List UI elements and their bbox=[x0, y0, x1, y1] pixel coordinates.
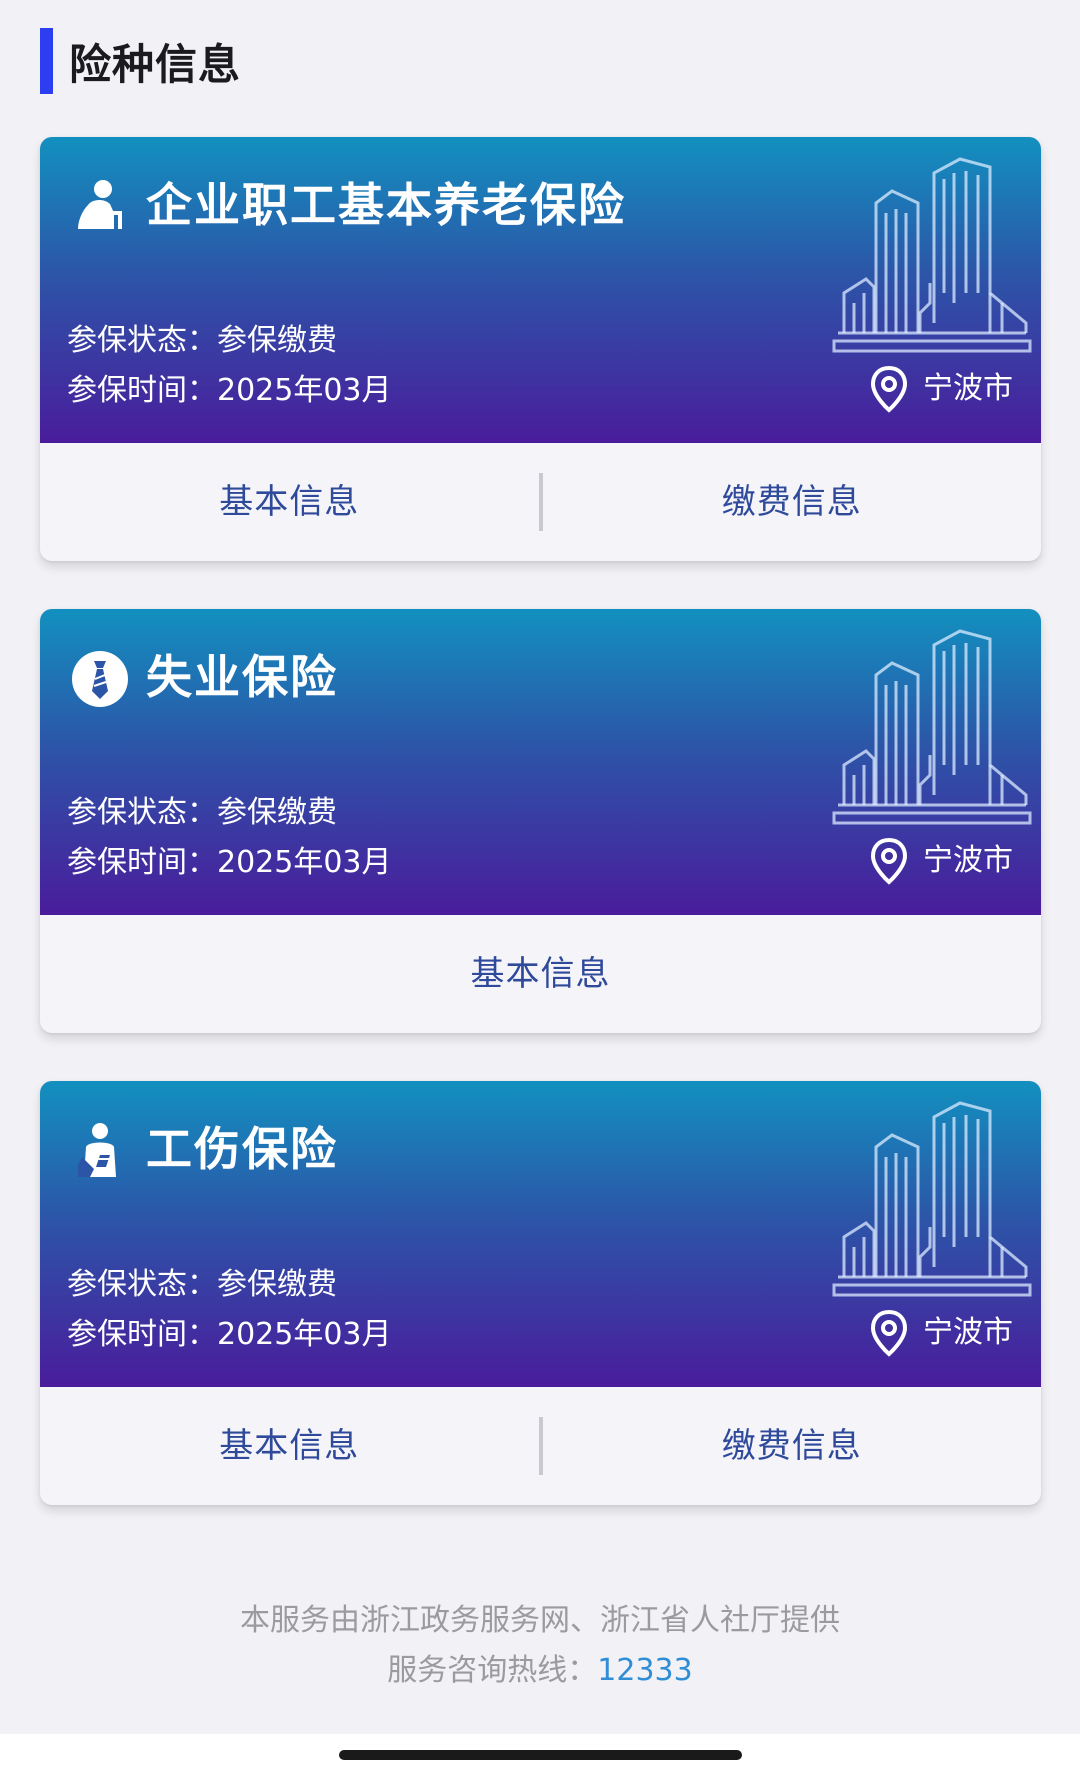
card-time: 参保时间：2025年03月 bbox=[67, 1317, 392, 1352]
building-illustration-icon bbox=[832, 629, 1032, 825]
location: 宁波市 bbox=[869, 837, 1013, 885]
location-label: 宁波市 bbox=[923, 843, 1013, 878]
basic-info-button[interactable]: 基本信息 bbox=[40, 915, 1041, 1033]
card-actions: 基本信息 bbox=[40, 915, 1041, 1033]
insurance-card-work-injury: 工伤保险 参保状态：参保缴费 参保时间：2025年03月 宁波市 基本信息 缴费… bbox=[40, 1081, 1041, 1505]
card-actions: 基本信息 缴费信息 bbox=[40, 1387, 1041, 1505]
location-pin-icon bbox=[870, 365, 908, 413]
basic-info-button[interactable]: 基本信息 bbox=[40, 1387, 539, 1505]
location-label: 宁波市 bbox=[923, 371, 1013, 406]
payment-info-button[interactable]: 缴费信息 bbox=[543, 1387, 1042, 1505]
location-pin-icon bbox=[870, 837, 908, 885]
card-actions: 基本信息 缴费信息 bbox=[40, 443, 1041, 561]
hotline-label: 服务咨询热线： bbox=[387, 1653, 598, 1688]
building-illustration-icon bbox=[832, 1101, 1032, 1297]
payment-info-button[interactable]: 缴费信息 bbox=[543, 443, 1042, 561]
injured-person-icon bbox=[78, 1123, 116, 1177]
card-status: 参保状态：参保缴费 bbox=[67, 795, 337, 830]
section-accent-bar bbox=[40, 28, 53, 94]
footer-hotline: 服务咨询热线：12333 bbox=[0, 1646, 1080, 1696]
card-status: 参保状态：参保缴费 bbox=[67, 323, 337, 358]
location: 宁波市 bbox=[869, 365, 1013, 413]
location: 宁波市 bbox=[869, 1309, 1013, 1357]
elder-person-icon bbox=[78, 180, 122, 229]
hotline-number-link[interactable]: 12333 bbox=[597, 1653, 692, 1688]
section-title: 险种信息 bbox=[69, 39, 242, 89]
card-time: 参保时间：2025年03月 bbox=[67, 845, 392, 880]
card-header[interactable]: 失业保险 参保状态：参保缴费 参保时间：2025年03月 宁波市 bbox=[40, 609, 1041, 915]
location-label: 宁波市 bbox=[923, 1315, 1013, 1350]
tie-icon bbox=[72, 651, 128, 707]
card-title: 失业保险 bbox=[146, 650, 338, 704]
insurance-card-pension: 企业职工基本养老保险 参保状态：参保缴费 参保时间：2025年03月 宁波市 基… bbox=[40, 137, 1041, 561]
card-status: 参保状态：参保缴费 bbox=[67, 1267, 337, 1302]
building-illustration-icon bbox=[832, 157, 1032, 353]
location-pin-icon bbox=[870, 1309, 908, 1357]
card-title: 企业职工基本养老保险 bbox=[146, 178, 626, 232]
card-title: 工伤保险 bbox=[146, 1122, 338, 1176]
section-header: 险种信息 bbox=[40, 28, 241, 94]
basic-info-button[interactable]: 基本信息 bbox=[40, 443, 539, 561]
card-header[interactable]: 企业职工基本养老保险 参保状态：参保缴费 参保时间：2025年03月 宁波市 bbox=[40, 137, 1041, 443]
card-time: 参保时间：2025年03月 bbox=[67, 373, 392, 408]
home-indicator[interactable] bbox=[339, 1750, 742, 1760]
card-header[interactable]: 工伤保险 参保状态：参保缴费 参保时间：2025年03月 宁波市 bbox=[40, 1081, 1041, 1387]
insurance-card-unemployment: 失业保险 参保状态：参保缴费 参保时间：2025年03月 宁波市 基本信息 bbox=[40, 609, 1041, 1033]
footer-provider: 本服务由浙江政务服务网、浙江省人社厅提供 bbox=[240, 1603, 840, 1638]
